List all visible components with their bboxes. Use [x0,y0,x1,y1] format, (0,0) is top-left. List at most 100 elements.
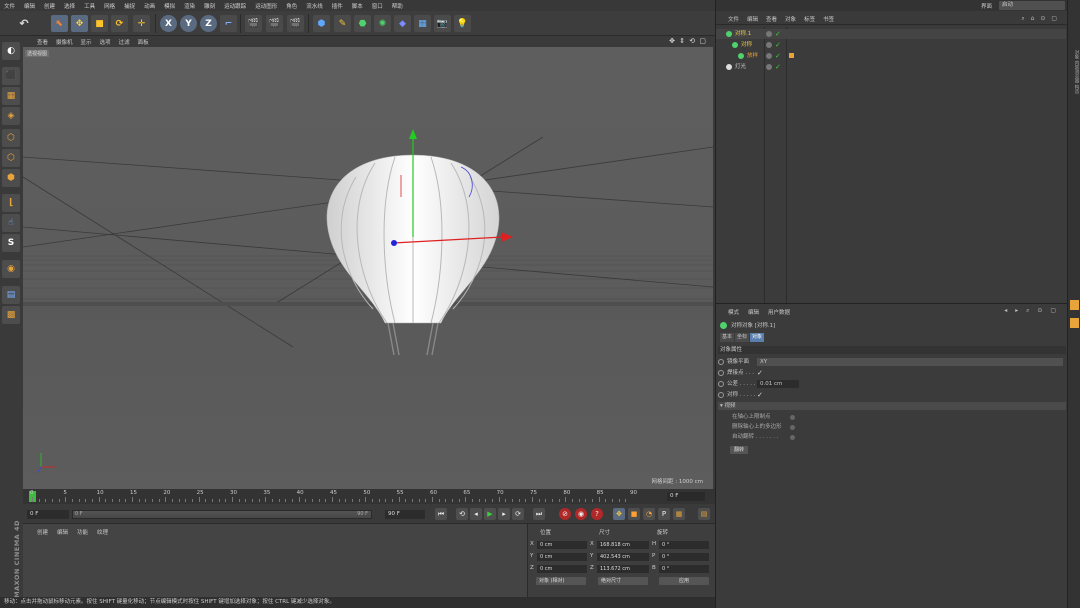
visibility-toggle-icon[interactable] [766,31,772,37]
next-key-icon[interactable]: ⟳ [512,508,524,520]
animate-radio-icon[interactable] [718,392,724,398]
size-mode-dropdown[interactable]: 绝对尺寸 [598,577,648,585]
menu-item[interactable]: 窗口 [372,2,383,10]
menu-item[interactable]: 捕捉 [124,2,135,10]
object-manager-menu-item[interactable]: 文件 [728,15,739,23]
object-tree-row[interactable]: 放样 ✓ [716,51,1066,61]
layout-dropdown[interactable]: 启动 [999,1,1065,10]
viewport-menu-item[interactable]: 面板 [138,38,149,46]
menu-item[interactable]: 插件 [332,2,343,10]
workplane-lock-icon[interactable]: ▤ [2,286,20,304]
position-field[interactable]: 0 cm [537,553,587,561]
object-manager-menu-item[interactable]: 查看 [766,15,777,23]
menu-item[interactable]: 创建 [44,2,55,10]
menu-item[interactable]: 文件 [4,2,15,10]
live-select-icon[interactable]: ⬉ [51,15,68,32]
menu-item[interactable]: 帮助 [392,2,403,10]
camera-icon[interactable]: 📷 [434,15,451,32]
flip-button[interactable]: 翻转 [730,446,749,454]
rotate-tool-icon[interactable]: ⟳ [111,15,128,32]
end-frame-field[interactable]: 90 F [385,510,425,519]
deformer-icon[interactable]: ◆ [394,15,411,32]
menu-item[interactable]: 脚本 [352,2,363,10]
object-manager-menu-item[interactable]: 书签 [823,15,834,23]
object-tree[interactable]: 对称.1 ✓ 对称 ✓ 放样 ✓ 灯光 ✓ [716,27,1068,303]
menu-item[interactable]: 渲染 [184,2,195,10]
go-to-end-icon[interactable]: ⏭ [533,508,545,520]
model-mode-icon[interactable]: ⬛ [2,67,20,85]
workplane-icon[interactable]: ◈ [2,107,20,125]
current-frame-field[interactable]: 0 F [667,492,705,501]
size-field[interactable]: 113.672 cm [597,565,649,573]
attribute-menu-item[interactable]: 模式 [728,308,739,316]
floor-icon[interactable]: ▦ [414,15,431,32]
menu-item[interactable]: 运动跟踪 [224,2,246,10]
object-name[interactable]: 对称 [741,40,752,50]
menu-item[interactable]: 运动图形 [255,2,277,10]
rotation-field[interactable]: 0 ° [659,541,709,549]
perspective-viewport[interactable]: 透视视图 网格间距 : 1000 cm [23,47,713,489]
menu-item[interactable]: 工具 [84,2,95,10]
viewport-menu-item[interactable]: 显示 [81,38,92,46]
menu-item[interactable]: 网格 [104,2,115,10]
x-axis-lock-button[interactable]: X [160,15,177,32]
phong-tag-icon[interactable] [789,53,794,58]
spline-pen-icon[interactable]: ✎ [334,15,351,32]
render-view-icon[interactable]: 🎬 [245,15,262,32]
object-name[interactable]: 灯光 [735,62,746,72]
solo-icon[interactable]: ◉ [2,260,20,278]
key-rotation-icon[interactable]: ◔ [643,508,655,520]
key-scale-icon[interactable]: ■ [628,508,640,520]
size-field[interactable]: 402.543 cm [597,553,649,561]
attribute-tab[interactable]: 坐标 [735,333,750,342]
recent-tools-icon[interactable]: ✛ [133,15,150,32]
edges-mode-icon[interactable]: ⬡ [2,149,20,167]
move-tool-icon[interactable]: ✥ [71,15,88,32]
object-manager-menu-item[interactable]: 对象 [785,15,796,23]
grid-icon[interactable]: ▩ [2,306,20,324]
position-field[interactable]: 0 cm [537,541,587,549]
make-editable-icon[interactable]: ◐ [2,42,20,60]
go-to-start-icon[interactable]: ⏮ [435,508,447,520]
material-menu-item[interactable]: 功能 [77,528,88,536]
cube-object-icon[interactable]: ⬢ [313,15,330,32]
animate-radio-icon[interactable] [718,381,724,387]
menu-item[interactable]: 选择 [64,2,75,10]
coord-mode-dropdown[interactable]: 对象 (相对) [536,577,586,585]
viewport-menu-item[interactable]: 摄像机 [56,38,73,46]
viewport-menu-item[interactable]: 过滤 [119,38,130,46]
previous-key-icon[interactable]: ⟲ [456,508,468,520]
preview-range-slider[interactable]: 0 F 90 F [72,510,372,519]
object-manager-menu-item[interactable]: 标签 [804,15,815,23]
coordinate-system-icon[interactable]: ⌐ [220,15,237,32]
dock-tab-attributes[interactable] [1070,300,1079,310]
menu-item[interactable]: 编辑 [24,2,35,10]
subdivision-surface-icon[interactable]: ⬣ [354,15,371,32]
sub-property-checkbox[interactable] [790,424,795,430]
object-manager-toolbar-icons[interactable]: ⌕ ⌂ ⊙ ▢ [1021,15,1059,23]
viewport-menu-item[interactable]: 选项 [100,38,111,46]
tweak-mode-icon[interactable]: ☝ [2,214,20,232]
light-icon[interactable]: 💡 [454,15,471,32]
animate-radio-icon[interactable] [718,370,724,376]
animate-radio-icon[interactable] [718,359,724,365]
material-manager[interactable]: 创建 编辑 功能 纹理 [23,523,527,597]
autokey-icon[interactable]: ◉ [575,508,587,520]
object-manager-menu-item[interactable]: 编辑 [747,15,758,23]
key-position-icon[interactable]: ✥ [613,508,625,520]
material-menu-item[interactable]: 编辑 [57,528,68,536]
sub-property-checkbox[interactable] [790,434,795,440]
render-picture-viewer-icon[interactable]: 🎬 [266,15,283,32]
position-field[interactable]: 0 cm [537,565,587,573]
material-menu-item[interactable]: 纹理 [97,528,108,536]
attribute-tab[interactable]: 对象 [750,333,765,342]
object-name[interactable]: 放样 [747,51,758,61]
next-frame-icon[interactable]: ▸ [498,508,510,520]
object-name[interactable]: 对称.1 [735,29,751,39]
z-axis-lock-button[interactable]: Z [200,15,217,32]
axis-mode-icon[interactable]: ⌊ [2,194,20,212]
start-frame-field[interactable]: 0 F [27,510,69,519]
attribute-manager-nav-icons[interactable]: ◂ ▸ ⌕ ⊙ ▢ [1004,307,1059,315]
polygons-mode-icon[interactable]: ⬢ [2,169,20,187]
apply-button[interactable]: 应用 [659,577,709,585]
